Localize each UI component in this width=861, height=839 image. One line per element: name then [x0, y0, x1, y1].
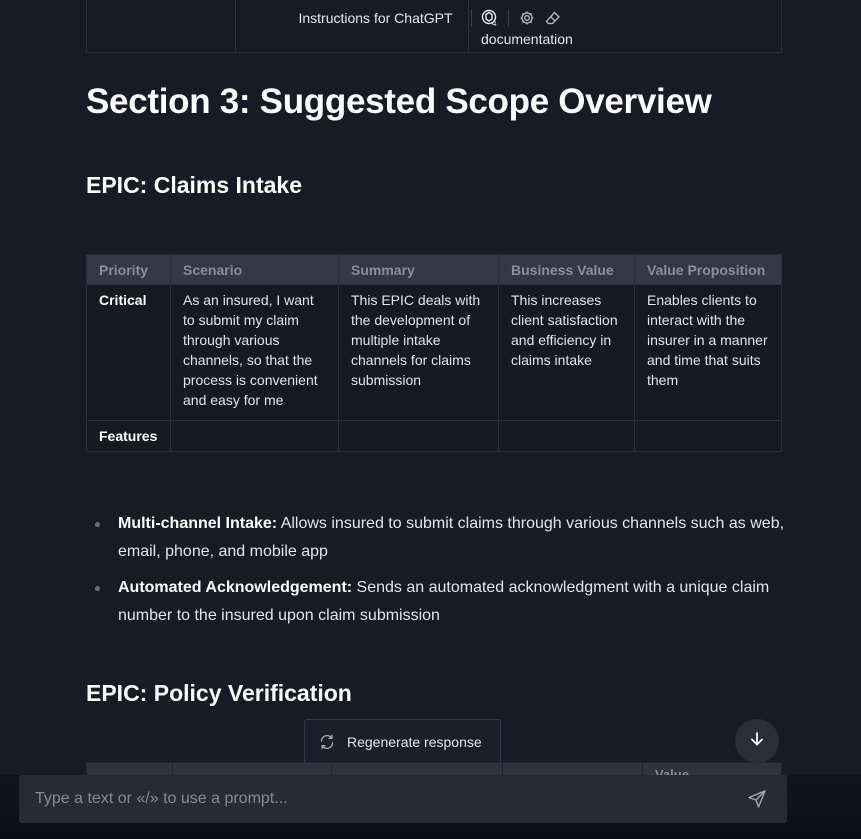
table-cell: Features: [86, 420, 171, 452]
feature-list: Multi-channel Intake: Allows insured to …: [86, 510, 786, 638]
table-cell: Enables clients to interact with the ins…: [634, 284, 782, 421]
epic-table: Priority Scenario Summary Business Value…: [86, 254, 782, 452]
scroll-to-bottom-button[interactable]: [735, 719, 779, 763]
table-cell: Critical: [86, 284, 171, 421]
section-title: Section 3: Suggested Scope Overview: [86, 82, 712, 121]
regenerate-label: Regenerate response: [347, 733, 482, 750]
regenerate-response-button[interactable]: Regenerate response: [304, 719, 501, 764]
table-cell: This EPIC deals with the development of …: [338, 284, 499, 421]
epic-title: EPIC: Policy Verification: [86, 680, 352, 706]
prompt-input[interactable]: [35, 790, 737, 808]
chat-title: Instructions for ChatGPT: [298, 10, 453, 26]
table-cell: [338, 420, 499, 452]
epic-title: EPIC: Claims Intake: [86, 172, 303, 198]
list-item: Multi-channel Intake: Allows insured to …: [86, 510, 786, 566]
feature-name: Multi-channel Intake:: [118, 515, 278, 532]
column-header: Business Value: [498, 254, 635, 285]
gear-icon[interactable]: [517, 8, 537, 28]
divider: [507, 9, 509, 27]
table-cell: This increases client satisfaction and e…: [498, 284, 635, 421]
column-header: Scenario: [170, 254, 339, 285]
svg-text:4: 4: [492, 19, 497, 28]
table-cell: [170, 420, 339, 452]
composer: [19, 775, 787, 823]
column-header: Summary: [338, 254, 499, 285]
gpt4-icon[interactable]: 4: [480, 8, 500, 28]
top-bar: Instructions for ChatGPT 4: [0, 0, 861, 36]
table-header-row: Priority Scenario Summary Business Value…: [86, 254, 782, 285]
send-button[interactable]: [737, 779, 777, 819]
send-icon: [748, 790, 766, 808]
eraser-icon[interactable]: [543, 8, 563, 28]
table-cell: [498, 420, 635, 452]
table-cell: As an insured, I want to submit my claim…: [170, 284, 339, 421]
list-item: Automated Acknowledgement: Sends an auto…: [86, 574, 786, 630]
table-row: Features: [86, 420, 782, 452]
divider: [470, 9, 472, 27]
arrow-down-icon: [748, 730, 766, 753]
table-row: Critical As an insured, I want to submit…: [86, 284, 782, 421]
column-header: Priority: [86, 254, 171, 285]
table-cell: [634, 420, 782, 452]
column-header: Value Proposition: [634, 254, 782, 285]
refresh-icon: [318, 733, 336, 751]
feature-name: Automated Acknowledgement:: [118, 579, 353, 596]
